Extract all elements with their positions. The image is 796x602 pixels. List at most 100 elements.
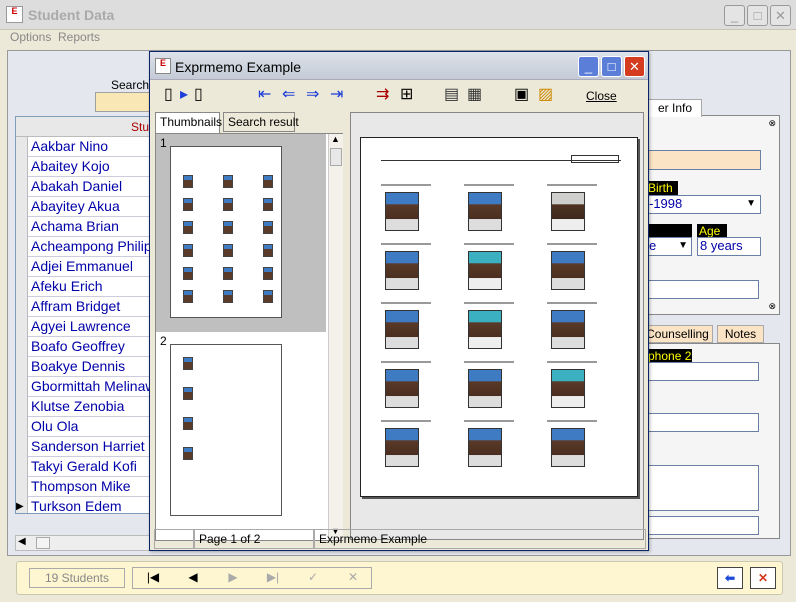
- menu-options[interactable]: Options: [10, 30, 51, 44]
- table-row[interactable]: Afeku Erich: [16, 277, 154, 297]
- print-icon[interactable]: ▦: [467, 86, 482, 104]
- thumb-scrollbar[interactable]: ▲ ▼: [328, 134, 343, 540]
- scroll-thumb[interactable]: [36, 537, 50, 549]
- goto-page-icon[interactable]: ⇉: [376, 86, 389, 104]
- thumb-photo: [183, 290, 193, 303]
- thumbnail-page-2[interactable]: [170, 344, 282, 516]
- student-name-cell: Takyi Gerald Kofi: [31, 458, 137, 474]
- thumb-photo: [223, 198, 233, 211]
- cancel-record-button[interactable]: ✕: [333, 570, 373, 584]
- app-icon: E: [6, 6, 23, 23]
- next-record-button[interactable]: ▶: [213, 570, 253, 584]
- close-button[interactable]: ✕: [770, 5, 791, 26]
- table-row[interactable]: Takyi Gerald Kofi: [16, 457, 154, 477]
- save-icon[interactable]: ▣: [514, 86, 529, 104]
- search-label: Search: [111, 78, 150, 92]
- student-name-cell: Acheampong Philip: [31, 238, 152, 254]
- thumbnail-page-1[interactable]: [170, 146, 282, 318]
- address-field[interactable]: [648, 280, 759, 299]
- student-photo: [551, 310, 585, 349]
- tab-counselling[interactable]: Counselling: [642, 325, 713, 343]
- page-header-box: [571, 155, 619, 163]
- thumb-photo: [183, 198, 193, 211]
- preview-dialog: E Exprmemo Example _ □ ✕ ▯ ▸ ▯ ⇤ ⇐ ⇒ ⇥ ⇉…: [149, 51, 649, 551]
- photo-caption: [547, 243, 597, 245]
- table-row[interactable]: Boakye Dennis: [16, 357, 154, 377]
- table-row[interactable]: Abaitey Kojo: [16, 157, 154, 177]
- table-row[interactable]: Thompson Mike: [16, 477, 154, 497]
- close-preview-button[interactable]: Close: [586, 89, 617, 103]
- search-input[interactable]: [95, 92, 155, 112]
- grid-hscrollbar[interactable]: ◀: [15, 535, 155, 551]
- table-row[interactable]: Agyei Lawrence: [16, 317, 154, 337]
- maximize-button[interactable]: □: [747, 5, 768, 26]
- row-indicator: [16, 477, 28, 497]
- find-icon[interactable]: ⊞: [400, 86, 413, 104]
- scroll-left-icon[interactable]: ◀: [18, 536, 26, 547]
- remarks-field[interactable]: [648, 465, 759, 511]
- first-page-icon[interactable]: ⇤: [258, 86, 271, 104]
- gender-chevron-icon[interactable]: ▼: [678, 240, 688, 251]
- minimize-button[interactable]: _: [724, 5, 745, 26]
- last-record-button[interactable]: ▶|: [253, 570, 293, 584]
- table-row[interactable]: Aakbar Nino: [16, 137, 154, 157]
- student-name-cell: Afeku Erich: [31, 278, 103, 294]
- open-folder-icon[interactable]: ▨: [538, 86, 553, 104]
- last-page-icon[interactable]: ⇥: [330, 86, 343, 104]
- row-indicator: [16, 157, 28, 177]
- phone2-field[interactable]: [648, 362, 759, 381]
- thumb-photo: [263, 290, 273, 303]
- table-row[interactable]: ▶ Turkson Edem: [16, 497, 154, 514]
- tab-other-info[interactable]: er Info: [648, 99, 702, 117]
- first-record-button[interactable]: |◀: [133, 570, 173, 584]
- single-page-icon[interactable]: ▯: [164, 86, 173, 104]
- exit-button[interactable]: ✕: [750, 567, 776, 589]
- birth-date-value: -1998: [649, 196, 683, 211]
- post-record-button[interactable]: ✓: [293, 570, 333, 584]
- table-row[interactable]: Affram Bridget: [16, 297, 154, 317]
- dialog-maximize-button[interactable]: □: [601, 56, 622, 77]
- page-width-icon[interactable]: ▸: [180, 86, 188, 104]
- table-row[interactable]: Acheampong Philip: [16, 237, 154, 257]
- email-field[interactable]: [648, 413, 759, 432]
- student-name-cell: Turkson Edem: [31, 498, 122, 514]
- table-row[interactable]: Boafo Geoffrey: [16, 337, 154, 357]
- table-row[interactable]: Adjei Emmanuel: [16, 257, 154, 277]
- thumb-photo: [183, 447, 193, 460]
- tab-thumbnails[interactable]: Thumbnails: [155, 112, 222, 133]
- chevron-down-icon[interactable]: ▼: [746, 198, 756, 209]
- menu-reports[interactable]: Reports: [58, 30, 100, 44]
- thumb-scroll-thumb[interactable]: [330, 148, 342, 166]
- prior-record-button[interactable]: ◀: [173, 570, 213, 584]
- dialog-close-button[interactable]: ✕: [624, 56, 645, 77]
- table-row[interactable]: Olu Ola: [16, 417, 154, 437]
- row-indicator: [16, 237, 28, 257]
- prev-page-icon[interactable]: ⇐: [282, 86, 295, 104]
- table-row[interactable]: Abakah Daniel: [16, 177, 154, 197]
- student-name-cell: Boafo Geoffrey: [31, 338, 125, 354]
- table-row[interactable]: Abayitey Akua: [16, 197, 154, 217]
- row-indicator: [16, 257, 28, 277]
- table-row[interactable]: Sanderson Harriet: [16, 437, 154, 457]
- thumb-photo: [223, 221, 233, 234]
- photo-caption: [381, 302, 431, 304]
- gender-field[interactable]: e ▼: [648, 237, 692, 256]
- next-page-icon[interactable]: ⇒: [306, 86, 319, 104]
- back-arrow-button[interactable]: ⬅: [717, 567, 743, 589]
- tab-notes[interactable]: Notes: [717, 325, 764, 343]
- photo-caption: [381, 420, 431, 422]
- birth-date-field[interactable]: -1998 ▼: [648, 195, 761, 214]
- thumbnail-panel: 1 2 ▲ ▼: [155, 133, 343, 541]
- scroll-up-icon[interactable]: ▲: [331, 134, 340, 144]
- whole-page-icon[interactable]: ▯: [194, 86, 203, 104]
- name-field[interactable]: [648, 150, 761, 170]
- table-row[interactable]: Klutse Zenobia: [16, 397, 154, 417]
- table-row[interactable]: Achama Brian: [16, 217, 154, 237]
- dialog-app-icon: E: [155, 58, 171, 74]
- tab-search-result[interactable]: Search result: [223, 112, 299, 132]
- table-row[interactable]: Gbormittah Melinaw: [16, 377, 154, 397]
- row-indicator: [16, 197, 28, 217]
- extra-field[interactable]: [648, 516, 759, 535]
- print-setup-icon[interactable]: ▤: [444, 86, 459, 104]
- dialog-minimize-button[interactable]: _: [578, 56, 599, 77]
